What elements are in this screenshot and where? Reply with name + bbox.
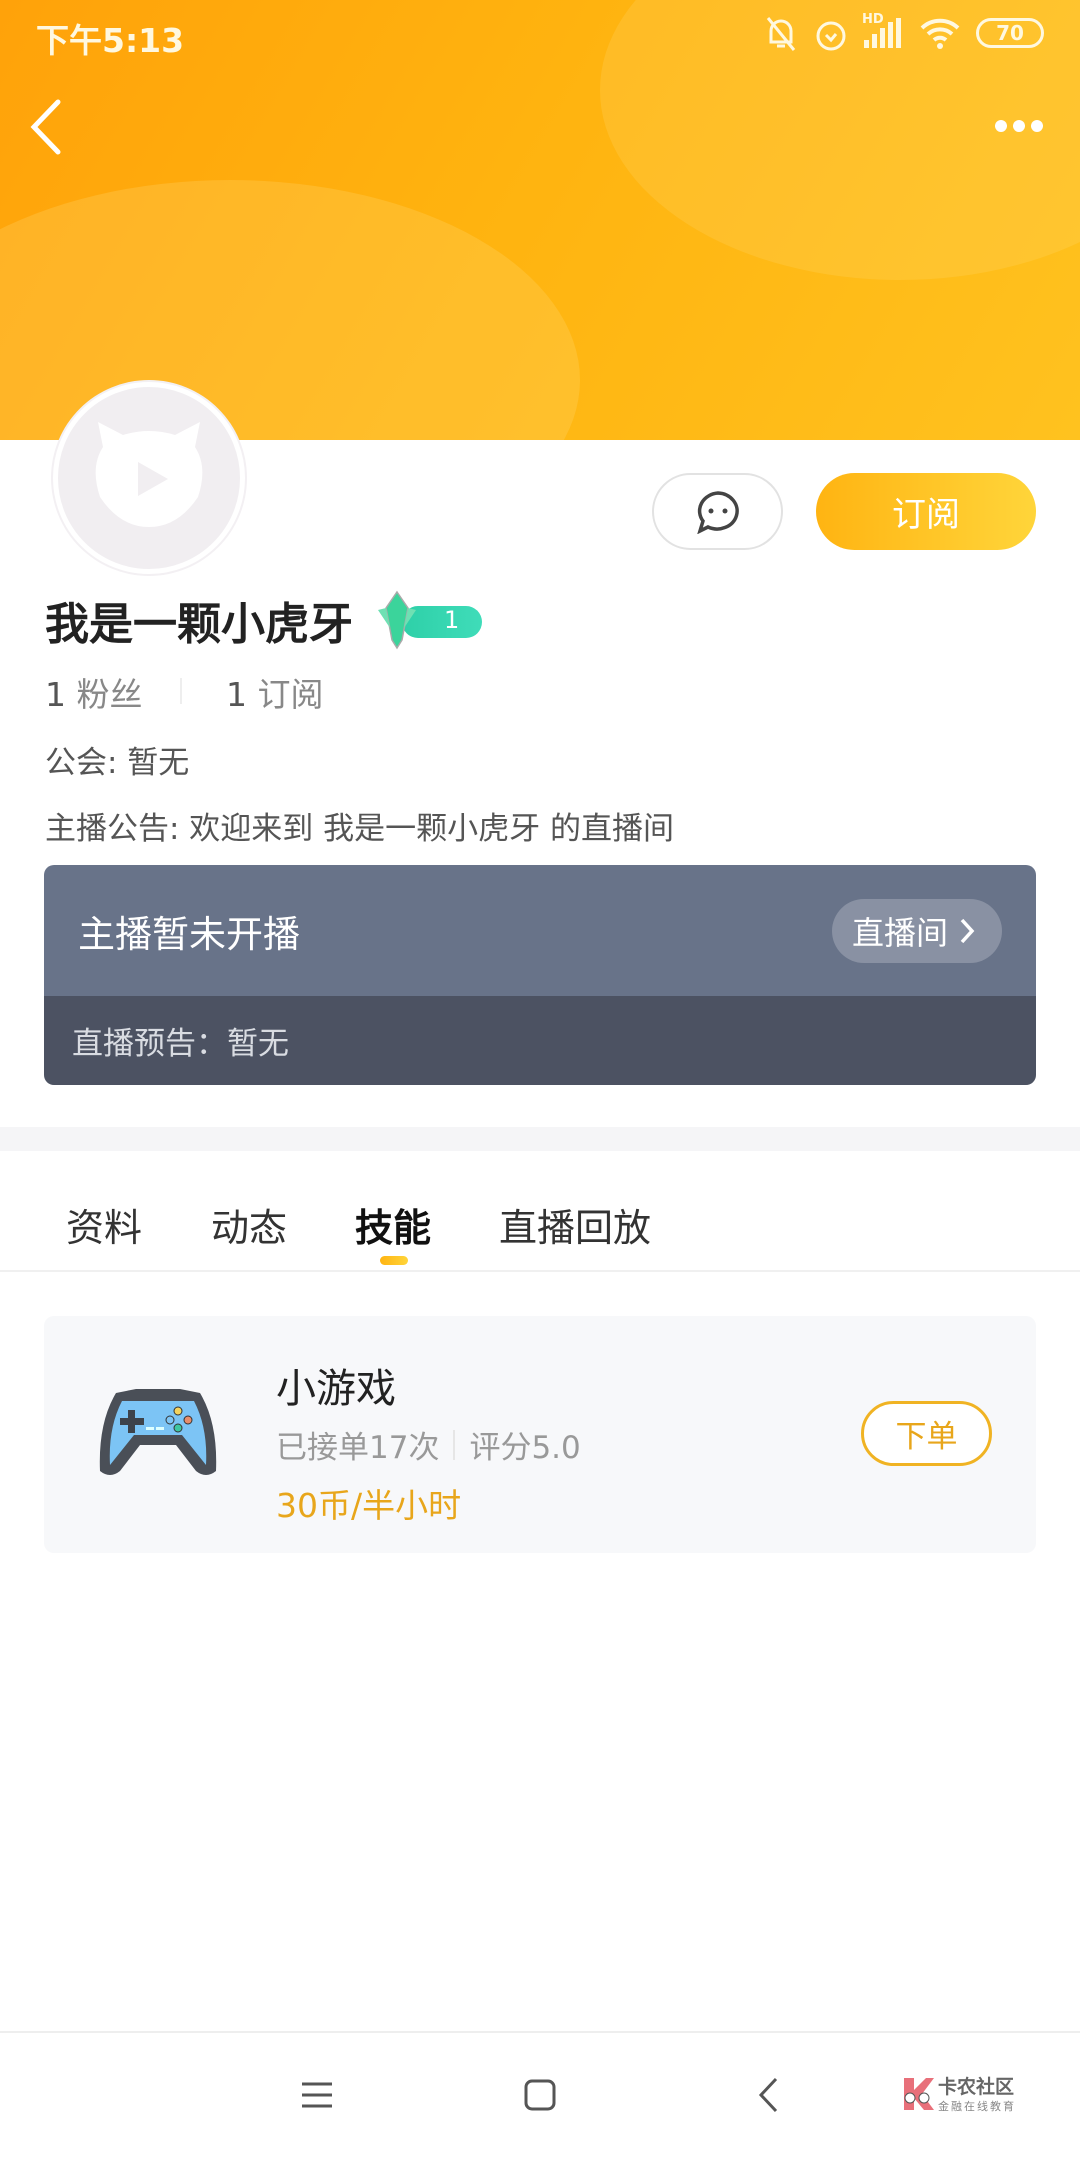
menu-icon[interactable] <box>300 2080 334 2110</box>
tab-indicator <box>380 1256 408 1265</box>
level-badge: 1 <box>372 590 484 650</box>
skill-divider <box>453 1429 456 1460</box>
skill-orders: 已接单17次 <box>276 1430 440 1466</box>
level-number: 1 <box>444 606 460 634</box>
signal-icon <box>864 18 901 48</box>
profile-banner: 下午5:13 HD 70 <box>0 0 1080 440</box>
section-separator <box>0 1127 1080 1151</box>
fans-label: 粉丝 <box>76 675 143 714</box>
default-avatar-icon <box>95 422 203 527</box>
nav-divider <box>0 2031 1080 2033</box>
skill-price: 30币/半小时 <box>276 1486 462 1525</box>
live-preview: 直播预告：暂无 <box>44 996 1036 1085</box>
back-icon[interactable] <box>26 98 66 156</box>
mute-bell-icon <box>766 17 796 51</box>
skill-title: 小游戏 <box>276 1366 396 1412</box>
stat-divider <box>180 678 182 704</box>
live-room-button[interactable]: 直播间 <box>831 898 1002 963</box>
alarm-icon <box>816 21 846 51</box>
skill-rating: 评分5.0 <box>469 1430 581 1466</box>
watermark-subtitle: 金融在线教育 <box>938 2100 1016 2113</box>
subscribe-button[interactable]: 订阅 <box>816 473 1036 550</box>
avatar[interactable] <box>53 382 245 574</box>
subscriptions-stat[interactable]: 1 订阅 <box>226 668 324 716</box>
subscribe-count: 1 <box>226 675 247 714</box>
chevron-right-icon <box>960 918 975 943</box>
nav-back-icon[interactable] <box>756 2076 780 2114</box>
wifi-icon <box>920 18 960 49</box>
fans-count: 1 <box>45 675 66 714</box>
gamepad-icon <box>99 1389 217 1475</box>
battery-level: 70 <box>996 21 1024 45</box>
home-square-icon[interactable] <box>524 2079 556 2111</box>
chat-bubble-icon <box>696 490 739 534</box>
battery-icon: 70 <box>976 18 1044 48</box>
kanong-logo-icon <box>904 2078 934 2110</box>
tab-divider <box>0 1270 1080 1272</box>
fans-stat[interactable]: 1 粉丝 <box>45 668 143 716</box>
subscribe-label: 订阅 <box>257 675 324 714</box>
watermark-logo: 卡农社区 金融在线教育 <box>900 2070 1025 2120</box>
tab-profile[interactable]: 资料 <box>66 1197 142 1252</box>
order-button[interactable]: 下单 <box>861 1401 992 1466</box>
live-status-card: 主播暂未开播 直播间 直播预告：暂无 <box>44 865 1036 1085</box>
tab-replays[interactable]: 直播回放 <box>499 1197 651 1252</box>
message-button[interactable] <box>652 473 783 550</box>
announcement: 主播公告: 欢迎来到 我是一颗小虎牙 的直播间 <box>45 811 675 847</box>
live-room-label: 直播间 <box>851 913 948 952</box>
streamer-name: 我是一颗小虎牙 <box>45 599 353 650</box>
more-dots-icon[interactable] <box>994 118 1044 134</box>
live-status: 主播暂未开播 <box>78 912 300 956</box>
tab-feed[interactable]: 动态 <box>211 1197 287 1252</box>
guild-info: 公会: 暂无 <box>45 745 190 781</box>
status-time: 下午5:13 <box>36 21 185 60</box>
tab-skills[interactable]: 技能 <box>355 1197 431 1252</box>
watermark-title: 卡农社区 <box>938 2076 1015 2098</box>
gem-sword-icon <box>378 590 416 650</box>
